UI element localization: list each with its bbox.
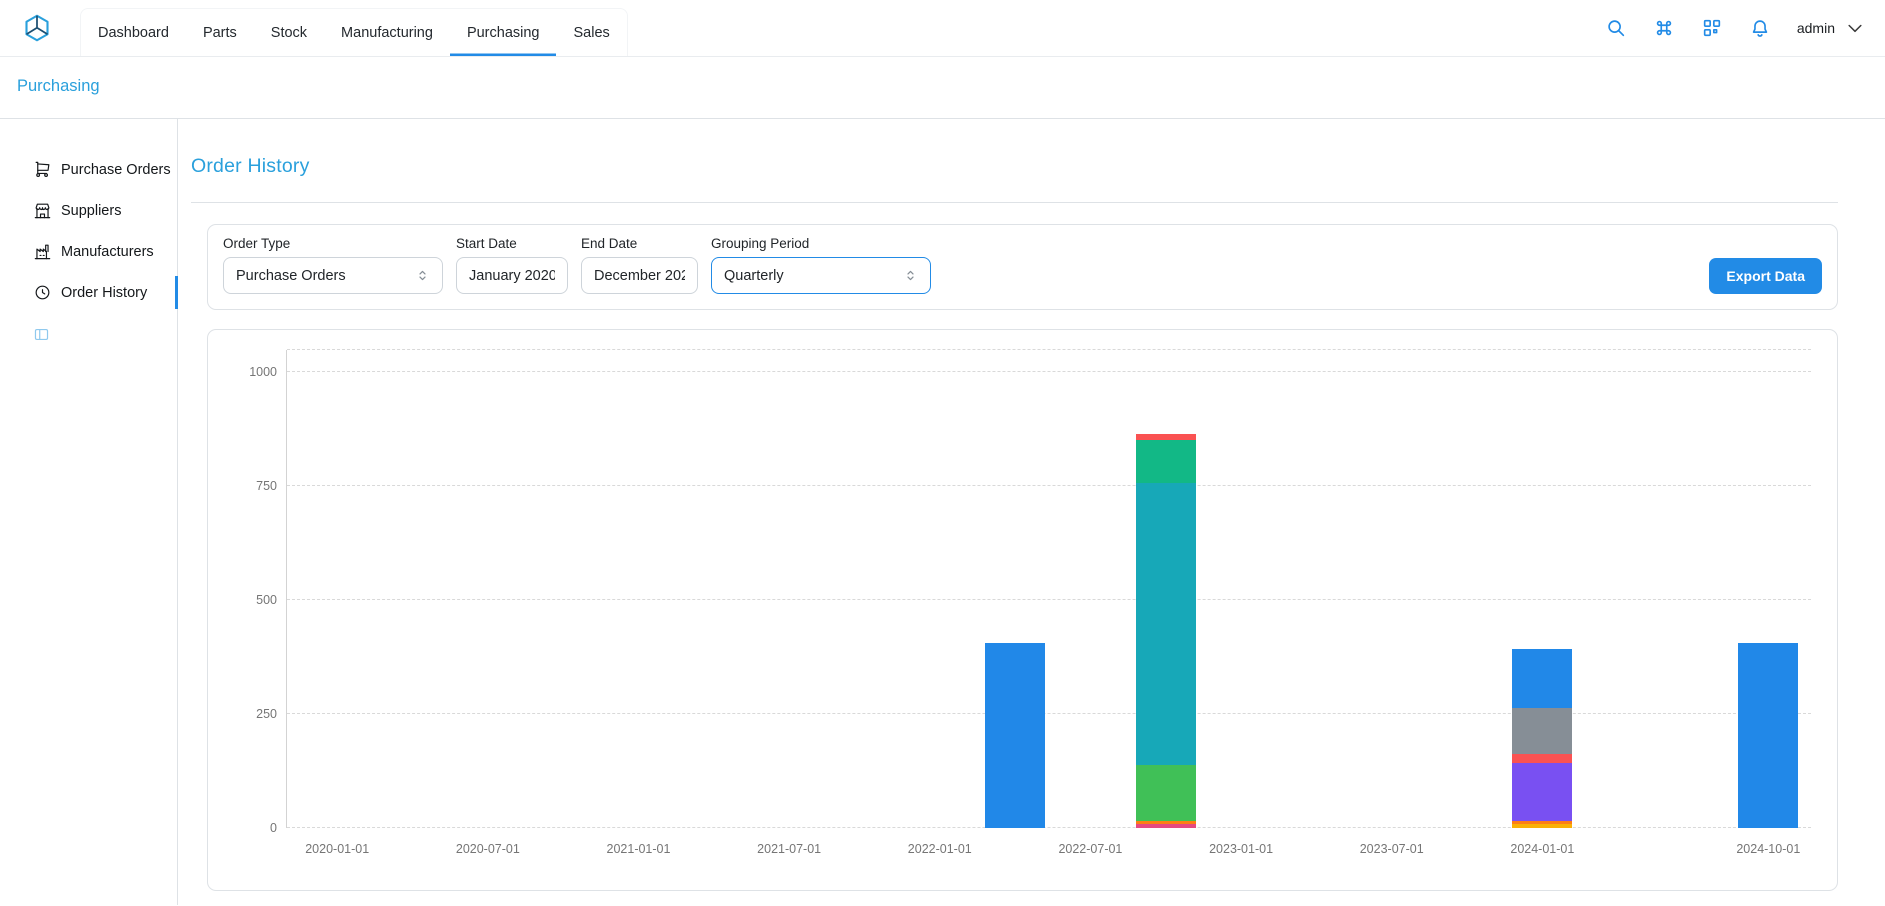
bar-segment <box>1136 483 1196 765</box>
start-date-label: Start Date <box>456 236 568 251</box>
search-icon[interactable] <box>1605 17 1627 39</box>
bar-segment <box>985 643 1045 828</box>
grouping-period-select[interactable]: Quarterly <box>711 257 931 294</box>
export-data-button[interactable]: Export Data <box>1709 258 1822 294</box>
notifications-bell-icon[interactable] <box>1749 17 1771 39</box>
page-title: Order History <box>191 155 1838 178</box>
x-axis-tick-label: 2021-07-01 <box>757 842 821 856</box>
chevron-up-down-icon <box>903 268 918 283</box>
breadcrumb-purchasing[interactable]: Purchasing <box>17 77 100 95</box>
x-axis-tick-label: 2024-10-01 <box>1736 842 1800 856</box>
barcode-scan-icon[interactable] <box>1701 17 1723 39</box>
sidebar-item-purchase-orders[interactable]: Purchase Orders <box>0 149 177 190</box>
y-axis-tick-label: 1000 <box>231 365 277 379</box>
bar-segment <box>1136 440 1196 482</box>
sidebar-item-label: Manufacturers <box>61 244 154 260</box>
history-clock-icon <box>33 283 52 302</box>
x-axis-tick-label: 2023-01-01 <box>1209 842 1273 856</box>
chart-bar <box>985 643 1045 828</box>
y-axis-tick-label: 500 <box>231 593 277 607</box>
end-date-group: End Date <box>581 236 698 294</box>
chart-bar <box>1136 434 1196 828</box>
sidebar-item-order-history[interactable]: Order History <box>0 272 177 313</box>
gridline <box>287 599 1811 600</box>
bar-segment <box>1738 643 1798 828</box>
shopping-cart-icon <box>33 160 52 179</box>
chevron-down-icon <box>1845 18 1865 38</box>
plot-top-gridline <box>287 349 1811 350</box>
grouping-period-label: Grouping Period <box>711 236 931 251</box>
chevron-up-down-icon <box>415 268 430 283</box>
purchasing-sidebar: Purchase Orders Suppliers Manufacturers <box>0 119 178 905</box>
chart-bar <box>1738 643 1798 828</box>
y-axis-tick-label: 750 <box>231 479 277 493</box>
grouping-period-group: Grouping Period Quarterly <box>711 236 931 294</box>
bar-segment <box>1512 649 1572 708</box>
grouping-period-value: Quarterly <box>724 268 784 284</box>
gridline <box>287 371 1811 372</box>
tab-purchasing[interactable]: Purchasing <box>450 9 557 56</box>
start-date-input[interactable] <box>469 268 555 284</box>
bar-segment <box>1136 824 1196 828</box>
order-type-label: Order Type <box>223 236 443 251</box>
main-nav: Dashboard Parts Stock Manufacturing Purc… <box>80 8 628 56</box>
header-actions: admin <box>1605 17 1865 39</box>
x-axis-tick-label: 2022-07-01 <box>1058 842 1122 856</box>
chart-plot: 025050075010002020-01-012020-07-012021-0… <box>286 350 1811 828</box>
sidebar-item-suppliers[interactable]: Suppliers <box>0 190 177 231</box>
tab-dashboard[interactable]: Dashboard <box>81 9 186 56</box>
sidebar-item-manufacturers[interactable]: Manufacturers <box>0 231 177 272</box>
username-label: admin <box>1797 20 1835 36</box>
x-axis-tick-label: 2021-01-01 <box>607 842 671 856</box>
order-type-value: Purchase Orders <box>236 268 346 284</box>
x-axis-tick-label: 2024-01-01 <box>1510 842 1574 856</box>
start-date-field <box>456 257 568 294</box>
bar-segment <box>1512 824 1572 828</box>
x-axis-tick-label: 2023-07-01 <box>1360 842 1424 856</box>
gridline <box>287 713 1811 714</box>
filter-card: Order Type Purchase Orders Start Date <box>207 224 1838 310</box>
section-divider <box>191 202 1838 203</box>
main-panel: Order History Order Type Purchase Orders… <box>178 119 1885 905</box>
x-axis-tick-label: 2020-07-01 <box>456 842 520 856</box>
tab-parts[interactable]: Parts <box>186 9 254 56</box>
gridline <box>287 827 1811 828</box>
end-date-field <box>581 257 698 294</box>
chart-bar <box>1512 649 1572 828</box>
bar-segment <box>1512 754 1572 764</box>
x-axis-tick-label: 2020-01-01 <box>305 842 369 856</box>
gridline <box>287 485 1811 486</box>
command-palette-icon[interactable] <box>1653 17 1675 39</box>
end-date-input[interactable] <box>594 268 685 284</box>
sidebar-item-label: Purchase Orders <box>61 162 171 178</box>
order-type-select[interactable]: Purchase Orders <box>223 257 443 294</box>
chart-card: 0 250 500 750 1000 2020-01-01 2020-07-01 2021-0… <box>207 329 1838 891</box>
bar-segment <box>1512 708 1572 754</box>
bar-segment <box>1512 763 1572 820</box>
x-axis-tick-label: 2022-01-01 <box>908 842 972 856</box>
sidebar-item-label: Suppliers <box>61 203 121 219</box>
sidebar-collapse-icon[interactable] <box>33 326 50 343</box>
factory-icon <box>33 242 52 261</box>
building-store-icon <box>33 201 52 220</box>
start-date-group: Start Date <box>456 236 568 294</box>
y-axis-tick-label: 0 <box>231 821 277 835</box>
user-menu[interactable]: admin <box>1797 18 1865 38</box>
tab-sales[interactable]: Sales <box>556 9 626 56</box>
tab-manufacturing[interactable]: Manufacturing <box>324 9 450 56</box>
logo-hexagon-icon <box>22 13 52 43</box>
bar-segment <box>1136 765 1196 821</box>
app-logo[interactable] <box>20 11 54 45</box>
tab-stock[interactable]: Stock <box>254 9 324 56</box>
breadcrumb: Purchasing <box>0 57 1885 119</box>
end-date-label: End Date <box>581 236 698 251</box>
sidebar-item-label: Order History <box>61 285 147 301</box>
y-axis-tick-label: 250 <box>231 707 277 721</box>
app-header: Dashboard Parts Stock Manufacturing Purc… <box>0 0 1885 57</box>
content-area: Purchase Orders Suppliers Manufacturers <box>0 119 1885 905</box>
order-type-group: Order Type Purchase Orders <box>223 236 443 294</box>
